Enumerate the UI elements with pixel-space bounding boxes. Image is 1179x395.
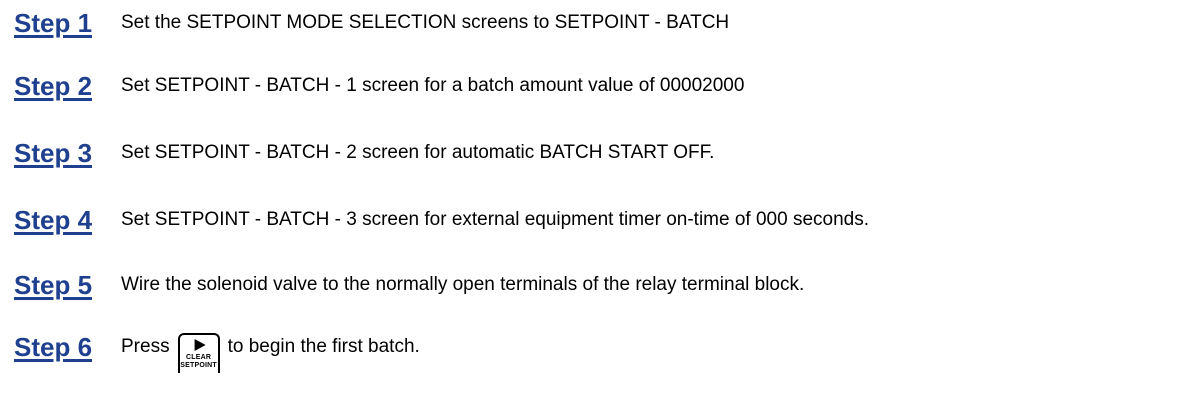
step-3: Step 3 Set SETPOINT - BATCH - 2 screen f… [0, 133, 1179, 173]
key-line-2: SETPOINT [180, 362, 217, 369]
step-text-after: to begin the first batch. [227, 336, 420, 357]
step-label: Step 2 [14, 70, 93, 101]
instruction-page: { "steps": [ { "label": "Step 1", "text"… [0, 0, 1179, 395]
step-label: Step 4 [14, 204, 93, 235]
step-5: Step 5 Wire the solenoid valve to the no… [0, 265, 1179, 305]
key-line-1: CLEAR [186, 354, 212, 361]
clear-setpoint-key: CLEAR SETPOINT [177, 333, 220, 373]
step-2: Step 2 Set SETPOINT - BATCH - 1 screen f… [0, 66, 1179, 106]
step-text: Wire the solenoid valve to the normally … [121, 274, 805, 295]
step-text: Press CLEAR SETPOINT to begin the first bat… [121, 327, 420, 373]
step-label: Step 3 [14, 137, 93, 168]
step-label: Step 5 [14, 269, 93, 300]
step-text: Set SETPOINT - BATCH - 1 screen for a ba… [121, 75, 745, 96]
step-text: Set SETPOINT - BATCH - 3 screen for exte… [121, 209, 869, 230]
step-1: Step 1 Set the SETPOINT MODE SELECTION s… [0, 3, 1179, 43]
step-6: Step 6 Press CLEAR SETPOINT to begin the fi… [0, 327, 1179, 373]
step-text-before: Press [121, 336, 170, 357]
step-4: Step 4 Set SETPOINT - BATCH - 3 screen f… [0, 200, 1179, 240]
step-text: Set the SETPOINT MODE SELECTION screens … [121, 12, 730, 33]
play-arrow-icon [194, 339, 206, 351]
step-label: Step 6 [14, 331, 93, 362]
step-text: Set SETPOINT - BATCH - 2 screen for auto… [121, 142, 715, 163]
step-label: Step 1 [14, 7, 93, 38]
